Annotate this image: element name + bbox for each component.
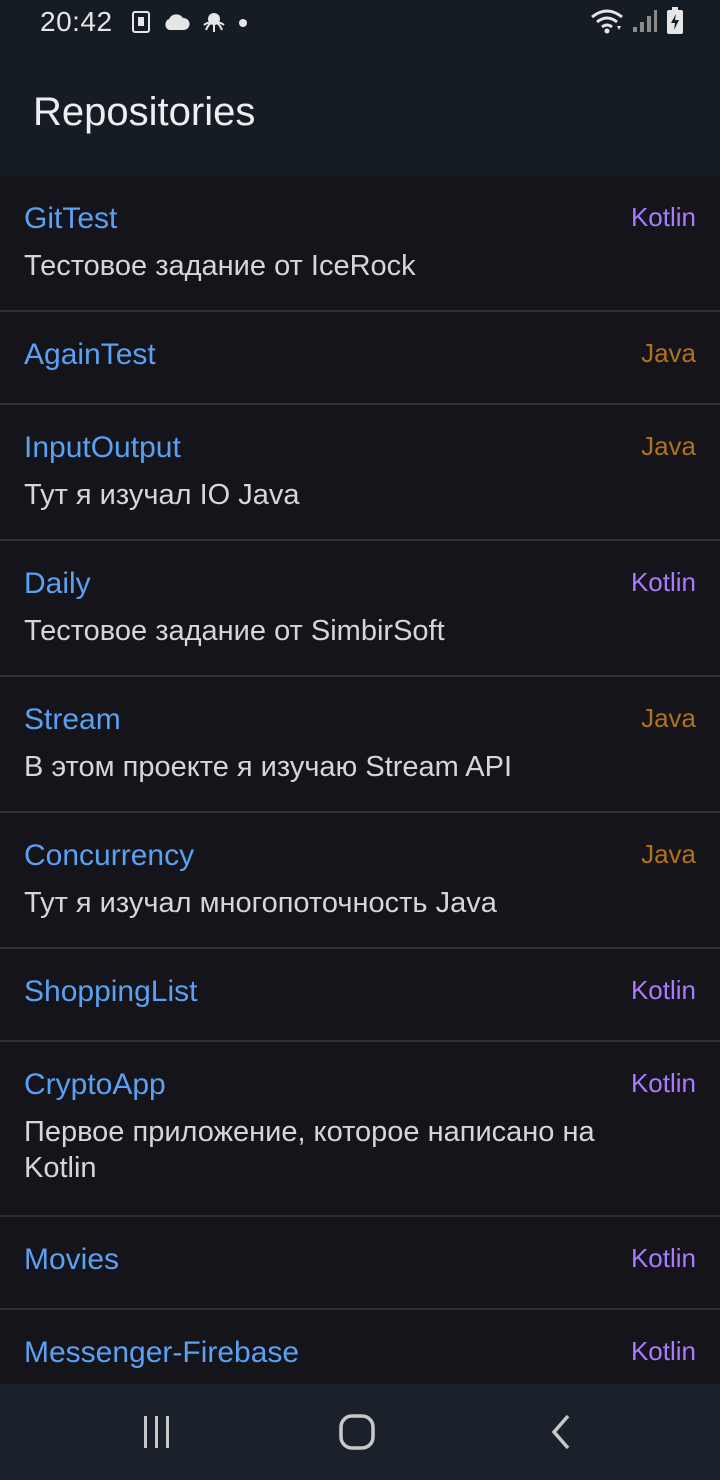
repo-language: Java bbox=[641, 703, 696, 733]
repo-language: Kotlin bbox=[630, 1243, 696, 1273]
list-item[interactable]: AgainTest Java bbox=[0, 312, 720, 405]
repository-list[interactable]: GitTest Kotlin Тестовое задание от IceRo… bbox=[0, 176, 720, 1384]
repo-language: Java bbox=[641, 431, 696, 461]
page-title: Repositories bbox=[33, 90, 256, 134]
list-item[interactable]: Concurrency Java Тут я изучал многопоточ… bbox=[0, 813, 720, 949]
repo-description: Тестовое задание от SimbirSoft bbox=[24, 615, 445, 647]
list-item[interactable]: Daily Kotlin Тестовое задание от SimbirS… bbox=[0, 541, 720, 677]
repo-language: Java bbox=[641, 338, 696, 368]
recent-apps-icon bbox=[144, 1416, 169, 1448]
list-item[interactable]: GitTest Kotlin Тестовое задание от IceRo… bbox=[0, 176, 720, 312]
repo-description: В этом проекте я изучаю Stream API bbox=[24, 751, 513, 783]
repo-language: Kotlin bbox=[630, 1336, 696, 1366]
repo-language: Kotlin bbox=[630, 567, 696, 597]
octopus-icon bbox=[202, 10, 226, 39]
repo-description: Тут я изучал IO Java bbox=[24, 479, 300, 511]
repo-name: GitTest bbox=[24, 202, 118, 235]
status-system-icons bbox=[590, 6, 684, 40]
list-item[interactable]: ShoppingList Kotlin bbox=[0, 949, 720, 1042]
app-bar: Repositories bbox=[0, 48, 720, 176]
list-item[interactable]: Stream Java В этом проекте я изучаю Stre… bbox=[0, 677, 720, 813]
status-time: 20:42 bbox=[40, 6, 113, 37]
wifi-icon bbox=[590, 8, 624, 39]
repo-description: Первое приложение, которое написано на K… bbox=[24, 1116, 595, 1184]
sim-card-icon bbox=[132, 10, 150, 38]
repo-name: Movies bbox=[24, 1243, 120, 1276]
cloud-icon bbox=[162, 12, 190, 37]
home-button[interactable] bbox=[333, 1408, 381, 1456]
repo-language: Kotlin bbox=[630, 975, 696, 1005]
recent-apps-button[interactable] bbox=[132, 1408, 180, 1456]
back-icon bbox=[551, 1414, 570, 1450]
repo-language: Kotlin bbox=[630, 202, 696, 232]
repo-name: Daily bbox=[24, 567, 91, 600]
home-icon bbox=[339, 1414, 375, 1450]
status-notification-icons bbox=[132, 10, 248, 38]
repo-name: InputOutput bbox=[24, 431, 181, 464]
repo-name: Concurrency bbox=[24, 839, 195, 872]
repo-name: AgainTest bbox=[24, 338, 156, 371]
repo-description: Тестовое задание от IceRock bbox=[24, 250, 416, 282]
repo-name: Messenger-Firebase bbox=[24, 1336, 300, 1369]
list-item[interactable]: CryptoApp Kotlin Первое приложение, кото… bbox=[0, 1042, 720, 1217]
dot-icon bbox=[238, 15, 248, 33]
repo-language: Kotlin bbox=[630, 1068, 696, 1098]
repo-language: Java bbox=[641, 839, 696, 869]
list-item[interactable]: Movies Kotlin bbox=[0, 1217, 720, 1310]
back-button[interactable] bbox=[536, 1408, 584, 1456]
repo-name: CryptoApp bbox=[24, 1068, 166, 1101]
signal-icon bbox=[632, 9, 658, 38]
repo-description: Тут я изучал многопоточность Java bbox=[24, 887, 497, 919]
list-item[interactable]: InputOutput Java Тут я изучал IO Java bbox=[0, 405, 720, 541]
battery-icon bbox=[666, 6, 684, 40]
status-bar: 20:42 bbox=[0, 0, 720, 48]
list-item[interactable]: Messenger-Firebase Kotlin bbox=[0, 1310, 720, 1384]
navigation-bar bbox=[0, 1384, 720, 1480]
repo-name: ShoppingList bbox=[24, 975, 198, 1008]
repo-name: Stream bbox=[24, 703, 121, 736]
